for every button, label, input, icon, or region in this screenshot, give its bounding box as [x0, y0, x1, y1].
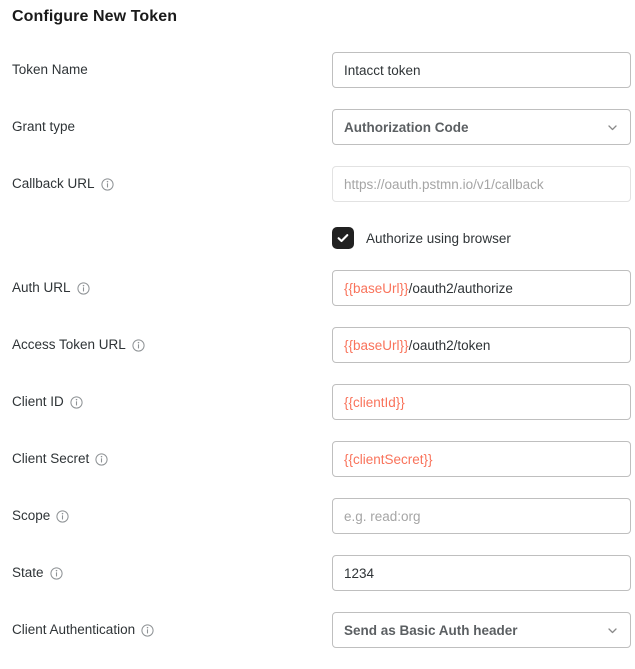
control-state: [332, 555, 631, 591]
label-access-token-url: Access Token URL: [12, 336, 145, 354]
label-client-id: Client ID: [12, 393, 83, 411]
form-row-access-token-url: Access Token URL {{baseUrl}}/oauth2/toke…: [0, 327, 635, 384]
label-token-name: Token Name: [12, 61, 88, 79]
client-authentication-selected-value: Send as Basic Auth header: [344, 622, 518, 638]
label-client-authentication: Client Authentication: [12, 621, 154, 639]
control-client-authentication: Send as Basic Auth header: [332, 612, 631, 648]
access-token-url-input[interactable]: {{baseUrl}}/oauth2/token: [332, 327, 631, 363]
label-state-text: State: [12, 565, 44, 580]
client-secret-variable: {{clientSecret}}: [344, 451, 433, 467]
grant-type-selected-value: Authorization Code: [344, 119, 469, 135]
info-icon[interactable]: [132, 338, 145, 352]
client-authentication-select[interactable]: Send as Basic Auth header: [332, 612, 631, 648]
scope-input[interactable]: [332, 498, 631, 534]
page-title: Configure New Token: [12, 8, 178, 25]
info-icon[interactable]: [56, 509, 69, 523]
configure-token-form: Token Name Grant type Authorization Code…: [0, 52, 635, 669]
check-icon: [337, 234, 349, 243]
control-scope: [332, 498, 631, 534]
label-scope: Scope: [12, 507, 69, 525]
label-callback-url-text: Callback URL: [12, 176, 95, 191]
label-access-token-url-text: Access Token URL: [12, 337, 126, 352]
label-client-secret: Client Secret: [12, 450, 108, 468]
access-token-url-path: /oauth2/token: [408, 337, 491, 353]
checkbox-box: [332, 227, 354, 249]
control-grant-type: Authorization Code: [332, 109, 631, 145]
form-row-grant-type: Grant type Authorization Code: [0, 109, 635, 166]
authorize-using-browser-label: Authorize using browser: [366, 230, 511, 246]
info-icon[interactable]: [100, 177, 114, 191]
chevron-down-icon: [606, 121, 619, 134]
form-row-scope: Scope: [0, 498, 635, 555]
control-client-secret: {{clientSecret}}: [332, 441, 631, 477]
chevron-down-icon: [606, 624, 619, 637]
info-icon[interactable]: [95, 452, 108, 466]
form-row-auth-url: Auth URL {{baseUrl}}/oauth2/authorize: [0, 270, 635, 327]
label-auth-url: Auth URL: [12, 279, 90, 297]
control-client-id: {{clientId}}: [332, 384, 631, 420]
label-client-authentication-text: Client Authentication: [12, 622, 136, 637]
label-state: State: [12, 564, 63, 582]
form-row-client-id: Client ID {{clientId}}: [0, 384, 635, 441]
label-token-name-text: Token Name: [12, 62, 88, 77]
control-auth-url: {{baseUrl}}/oauth2/authorize: [332, 270, 631, 306]
info-icon[interactable]: [76, 281, 90, 295]
control-callback-url: [332, 166, 631, 202]
form-row-client-authentication: Client Authentication Send as Basic Auth…: [0, 612, 635, 669]
info-icon[interactable]: [141, 623, 154, 637]
label-client-secret-text: Client Secret: [12, 451, 90, 466]
auth-url-path: /oauth2/authorize: [408, 280, 513, 296]
info-icon[interactable]: [49, 566, 63, 580]
control-access-token-url: {{baseUrl}}/oauth2/token: [332, 327, 631, 363]
label-grant-type-text: Grant type: [12, 119, 76, 134]
label-grant-type: Grant type: [12, 118, 75, 136]
form-row-state: State: [0, 555, 635, 612]
label-scope-text: Scope: [12, 508, 51, 523]
auth-url-variable: {{baseUrl}}: [344, 280, 409, 296]
control-token-name: [332, 52, 631, 88]
client-id-variable: {{clientId}}: [344, 394, 405, 410]
callback-url-input[interactable]: [332, 166, 631, 202]
form-row-token-name: Token Name: [0, 52, 635, 109]
label-client-id-text: Client ID: [12, 394, 64, 409]
client-secret-input[interactable]: {{clientSecret}}: [332, 441, 631, 477]
form-row-callback-url: Callback URL: [0, 166, 635, 223]
token-name-input[interactable]: [332, 52, 631, 88]
grant-type-select[interactable]: Authorization Code: [332, 109, 631, 145]
form-row-client-secret: Client Secret {{clientSecret}}: [0, 441, 635, 498]
state-input[interactable]: [332, 555, 631, 591]
label-callback-url: Callback URL: [12, 175, 114, 193]
label-auth-url-text: Auth URL: [12, 280, 71, 295]
authorize-using-browser-checkbox[interactable]: Authorize using browser: [332, 227, 511, 249]
info-icon[interactable]: [70, 395, 83, 409]
auth-url-input[interactable]: {{baseUrl}}/oauth2/authorize: [332, 270, 631, 306]
client-id-input[interactable]: {{clientId}}: [332, 384, 631, 420]
form-row-authorize-using-browser: Authorize using browser: [0, 223, 635, 270]
access-token-url-variable: {{baseUrl}}: [344, 337, 409, 353]
